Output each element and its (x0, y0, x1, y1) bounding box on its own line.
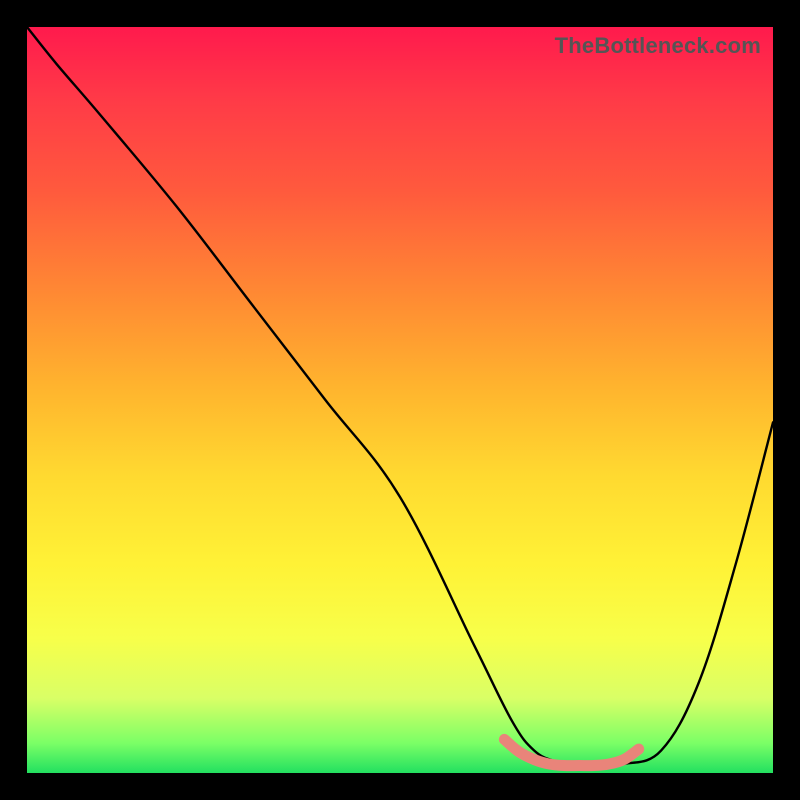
chart-frame: TheBottleneck.com (0, 0, 800, 800)
chart-svg (27, 27, 773, 773)
plot-area: TheBottleneck.com (27, 27, 773, 773)
bottleneck-curve-path (27, 27, 773, 766)
optimal-range-highlight-path (504, 739, 638, 765)
